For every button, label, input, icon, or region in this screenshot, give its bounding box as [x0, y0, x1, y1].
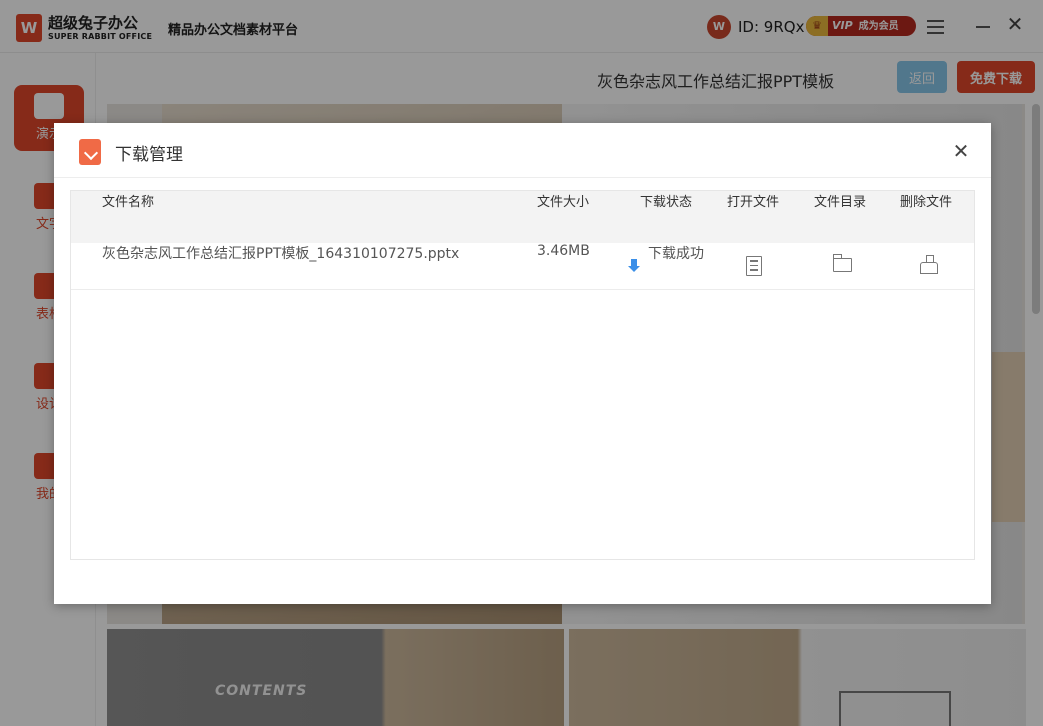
column-header-open: 打开文件: [727, 195, 780, 210]
download-file-icon: [79, 139, 101, 165]
download-table: 文件名称 文件大小 下载状态 打开文件 文件目录 删除文件 灰色杂志风工作总结汇…: [70, 190, 975, 560]
table-header: 文件名称 文件大小 下载状态 打开文件 文件目录 删除文件: [71, 191, 974, 243]
column-header-filename: 文件名称: [102, 195, 155, 210]
file-name: 灰色杂志风工作总结汇报PPT模板_164310107275.pptx: [102, 246, 460, 262]
download-status: 下载成功: [648, 246, 704, 262]
download-arrow-icon: [628, 259, 640, 273]
delete-broom-icon[interactable]: [920, 255, 938, 275]
download-manager-dialog: 下载管理 ✕ 文件名称 文件大小 下载状态 打开文件 文件目录 删除文件 灰色杂…: [54, 123, 991, 604]
dialog-title: 下载管理: [115, 145, 183, 165]
column-header-directory: 文件目录: [814, 195, 867, 210]
dialog-header: 下载管理 ✕: [54, 123, 991, 178]
column-header-status: 下载状态: [640, 195, 693, 210]
table-row: 灰色杂志风工作总结汇报PPT模板_164310107275.pptx 3.46M…: [71, 243, 974, 290]
folder-icon[interactable]: [832, 254, 852, 272]
close-icon[interactable]: ✕: [952, 141, 970, 161]
open-file-icon[interactable]: [746, 256, 762, 276]
file-size: 3.46MB: [537, 243, 590, 259]
column-header-size: 文件大小: [537, 195, 590, 210]
column-header-delete: 删除文件: [900, 195, 953, 210]
